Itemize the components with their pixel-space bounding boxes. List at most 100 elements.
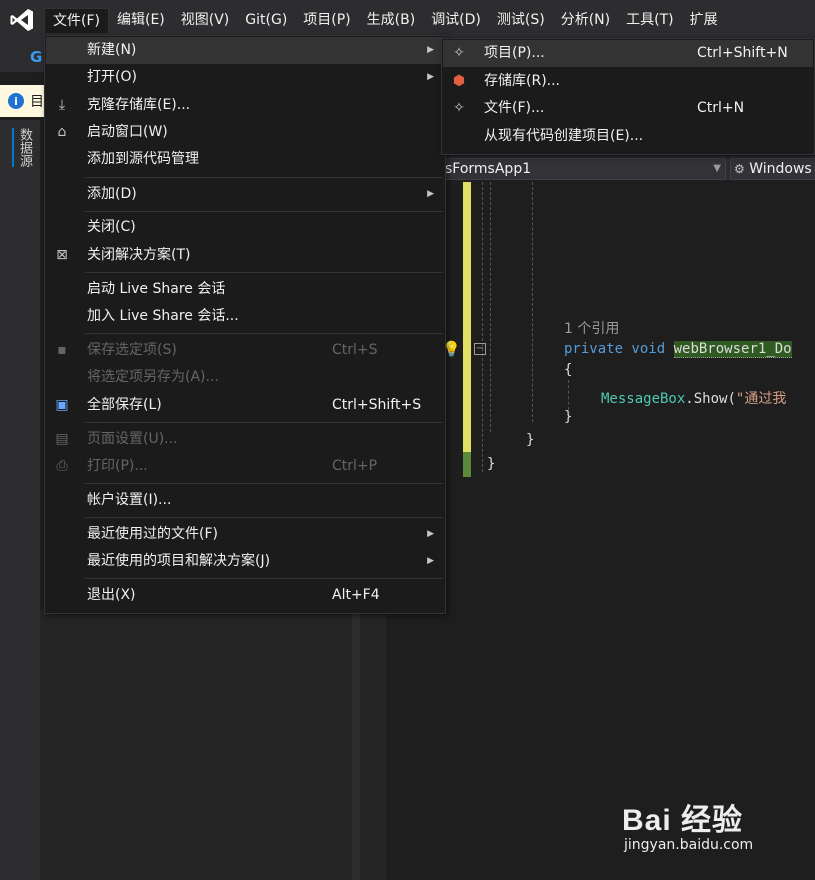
code-close-brace: } bbox=[564, 409, 573, 425]
start-window-icon: ⌂ bbox=[57, 124, 67, 140]
code-method-name: webBrowser1_Do bbox=[673, 341, 792, 358]
indent-guide bbox=[490, 182, 491, 432]
panel-splitter[interactable] bbox=[352, 610, 360, 880]
menu-item-clone-repository[interactable]: ⤓ 克隆存储库(E)... bbox=[46, 92, 444, 119]
submenu-arrow-icon: ▶ bbox=[427, 72, 434, 82]
menu-analyze[interactable]: 分析(N) bbox=[553, 8, 618, 32]
code-paren: ( bbox=[727, 391, 736, 407]
menu-separator bbox=[85, 517, 443, 518]
menu-item-recent-files[interactable]: 最近使用过的文件(F) ▶ bbox=[46, 521, 444, 548]
change-bar-saved bbox=[463, 182, 471, 452]
save-all-icon: ▣ bbox=[55, 397, 69, 413]
back-nav-icon[interactable]: G bbox=[30, 48, 42, 66]
submenu-arrow-icon: ▶ bbox=[427, 189, 434, 199]
menu-item-new[interactable]: 新建(N) ▶ bbox=[46, 37, 444, 64]
menu-item-save-selected-as[interactable]: 将选定项另存为(A)... bbox=[46, 364, 444, 391]
menu-debug[interactable]: 调试(D) bbox=[423, 8, 489, 32]
menu-item-new-file[interactable]: ✧ 文件(F)... Ctrl+N bbox=[443, 95, 813, 122]
change-bar-new bbox=[463, 452, 471, 477]
menu-item-print[interactable]: ⎙ 打印(P)... Ctrl+P bbox=[46, 453, 444, 480]
menu-test[interactable]: 测试(S) bbox=[489, 8, 553, 32]
code-open-brace: { bbox=[564, 362, 573, 378]
project-dropdown-value: sFormsApp1 bbox=[445, 161, 532, 177]
save-icon: ▪ bbox=[57, 342, 67, 358]
code-namespace-close-brace: } bbox=[487, 456, 496, 472]
chevron-down-icon: ▼ bbox=[713, 163, 721, 174]
menu-build[interactable]: 生成(B) bbox=[359, 8, 424, 32]
code-editor[interactable] bbox=[386, 182, 815, 880]
info-bar-text: 目 bbox=[30, 94, 44, 110]
submenu-arrow-icon: ▶ bbox=[427, 556, 434, 566]
menu-item-start-window[interactable]: ⌂ 启动窗口(W) bbox=[46, 119, 444, 146]
menu-item-open[interactable]: 打开(O) ▶ bbox=[46, 64, 444, 91]
class-dropdown-value: Windows bbox=[749, 161, 812, 177]
menu-item-save-all[interactable]: ▣ 全部保存(L) Ctrl+Shift+S bbox=[46, 392, 444, 419]
menu-item-recent-projects[interactable]: 最近使用的项目和解决方案(J) ▶ bbox=[46, 548, 444, 575]
menu-item-start-live-share[interactable]: 启动 Live Share 会话 bbox=[46, 276, 444, 303]
indent-guide bbox=[532, 182, 533, 422]
menu-item-account-settings[interactable]: 帐户设置(I)... bbox=[46, 487, 444, 514]
close-solution-icon: ⊠ bbox=[56, 247, 68, 263]
menu-item-exit[interactable]: 退出(X) Alt+F4 bbox=[46, 582, 444, 609]
menu-git[interactable]: Git(G) bbox=[237, 8, 295, 32]
side-tool-strip bbox=[0, 120, 40, 880]
menu-item-new-project[interactable]: ✧ 项目(P)... Ctrl+Shift+N bbox=[443, 40, 813, 67]
new-project-icon: ✧ bbox=[453, 45, 465, 61]
menu-item-add[interactable]: 添加(D) ▶ bbox=[46, 181, 444, 208]
editor-margin bbox=[360, 610, 386, 880]
menu-item-join-live-share[interactable]: 加入 Live Share 会话... bbox=[46, 303, 444, 330]
code-line-signature: private void webBrowser1_Do bbox=[564, 341, 792, 358]
visual-studio-logo-icon[interactable] bbox=[0, 0, 44, 40]
watermark-url: jingyan.baidu.com bbox=[624, 837, 754, 853]
menu-separator bbox=[85, 272, 443, 273]
menu-edit[interactable]: 编辑(E) bbox=[109, 8, 173, 32]
menu-item-new-repository[interactable]: ⬢ 存储库(R)... bbox=[443, 68, 813, 95]
menu-bar: 文件(F) 编辑(E) 视图(V) Git(G) 项目(P) 生成(B) 调试(… bbox=[0, 0, 815, 40]
project-dropdown[interactable]: sFormsApp1 ▼ bbox=[442, 158, 726, 180]
code-dot: . bbox=[685, 391, 694, 407]
menu-separator bbox=[85, 177, 443, 178]
code-class-name: MessageBox bbox=[601, 391, 686, 407]
info-icon: i bbox=[8, 93, 24, 109]
menu-view[interactable]: 视图(V) bbox=[173, 8, 238, 32]
menu-separator bbox=[85, 483, 443, 484]
menu-separator bbox=[85, 578, 443, 579]
code-class-close-brace: } bbox=[526, 432, 535, 448]
menu-separator bbox=[85, 211, 443, 212]
menu-tools[interactable]: 工具(T) bbox=[618, 8, 681, 32]
submenu-arrow-icon: ▶ bbox=[427, 529, 434, 539]
menu-item-page-setup[interactable]: ▤ 页面设置(U)... bbox=[46, 426, 444, 453]
collapse-icon[interactable]: − bbox=[474, 343, 486, 355]
submenu-arrow-icon: ▶ bbox=[427, 45, 434, 55]
menu-project[interactable]: 项目(P) bbox=[295, 8, 358, 32]
new-file-icon: ✧ bbox=[453, 100, 465, 116]
menu-file[interactable]: 文件(F) bbox=[44, 7, 109, 33]
menu-item-save-selected[interactable]: ▪ 保存选定项(S) Ctrl+S bbox=[46, 337, 444, 364]
repository-icon: ⬢ bbox=[452, 73, 466, 89]
code-line-call: MessageBox.Show("通过我 bbox=[601, 388, 786, 408]
code-keyword: private void bbox=[564, 341, 666, 357]
menu-item-close-solution[interactable]: ⊠ 关闭解决方案(T) bbox=[46, 242, 444, 269]
menu-separator bbox=[85, 333, 443, 334]
menu-item-close[interactable]: 关闭(C) bbox=[46, 214, 444, 241]
clone-icon: ⤓ bbox=[58, 97, 66, 113]
class-icon: ⚙ bbox=[734, 162, 745, 176]
menu-item-project-from-existing-code[interactable]: 从现有代码创建项目(E)... bbox=[443, 123, 813, 150]
solution-panel bbox=[40, 610, 352, 880]
class-dropdown[interactable]: ⚙ Windows bbox=[730, 158, 815, 180]
code-string: "通过我 bbox=[735, 391, 787, 407]
code-method-call: Show bbox=[693, 391, 728, 407]
code-lens-references[interactable]: 1 个引用 bbox=[564, 318, 619, 338]
menu-item-add-to-source-control[interactable]: 添加到源代码管理 bbox=[46, 146, 444, 173]
new-submenu-dropdown: ✧ 项目(P)... Ctrl+Shift+N ⬢ 存储库(R)... ✧ 文件… bbox=[441, 38, 815, 155]
file-menu-dropdown: 新建(N) ▶ 打开(O) ▶ ⤓ 克隆存储库(E)... ⌂ 启动窗口(W) … bbox=[44, 35, 446, 614]
menu-extensions[interactable]: 扩展 bbox=[682, 8, 726, 32]
menu-separator bbox=[85, 422, 443, 423]
indent-guide bbox=[568, 380, 569, 410]
data-sources-tab[interactable]: 数据源 bbox=[12, 128, 34, 167]
baidu-jingyan-watermark: Bai 经验 jingyan.baidu.com bbox=[622, 795, 753, 853]
watermark-brand: Bai 经验 bbox=[622, 804, 744, 837]
indent-guide bbox=[482, 182, 483, 472]
page-setup-icon: ▤ bbox=[55, 431, 69, 447]
print-icon: ⎙ bbox=[56, 458, 68, 474]
